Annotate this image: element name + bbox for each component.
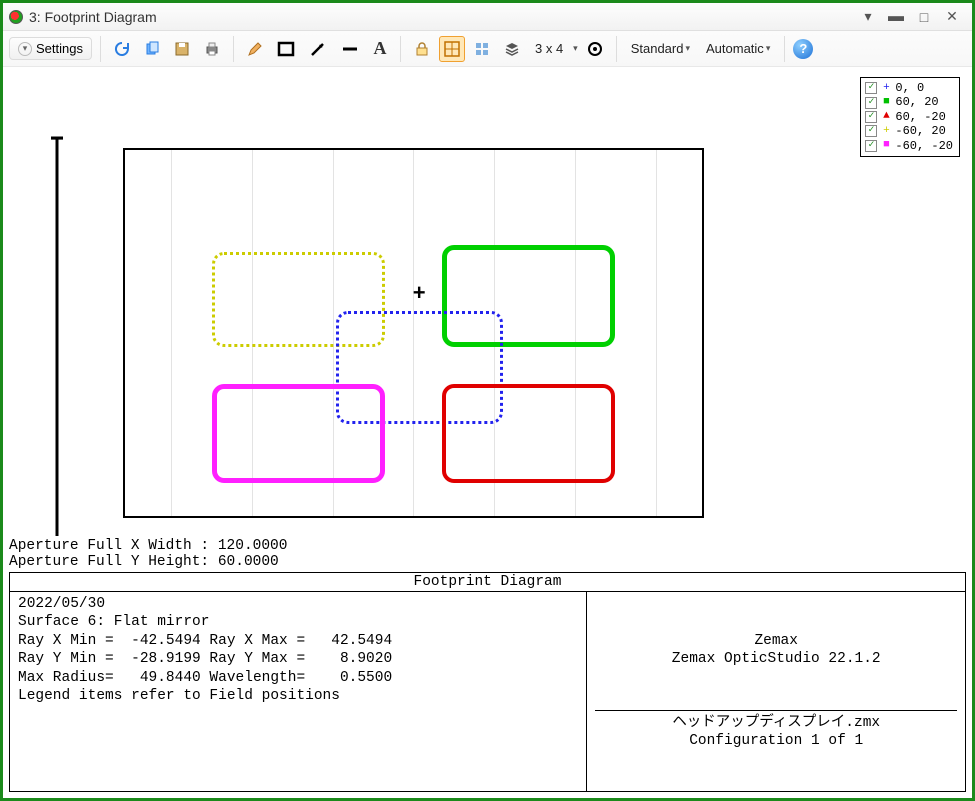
- marker-icon: ▲: [881, 110, 891, 123]
- footprint-field-5: [212, 384, 385, 483]
- separator: [400, 36, 401, 62]
- print-button[interactable]: [199, 36, 225, 62]
- copy-button[interactable]: [139, 36, 165, 62]
- footer-title: Footprint Diagram: [10, 573, 965, 592]
- lock-aspect-icon[interactable]: [409, 36, 435, 62]
- save-button[interactable]: [169, 36, 195, 62]
- plot-canvas: ✓+0, 0 ✓■60, 20 ✓▲60, -20 ✓+-60, 20 ✓■-6…: [3, 67, 972, 536]
- settings-button[interactable]: ▾ Settings: [9, 37, 92, 60]
- toolbar: ▾ Settings A 3 x 4 ▾ Standard▾ Automatic…: [3, 31, 972, 67]
- legend-item[interactable]: ✓+-60, 20: [865, 124, 953, 138]
- app-icon: [9, 10, 23, 24]
- active-window-icon[interactable]: [439, 36, 465, 62]
- chevron-down-icon: ▾: [18, 42, 32, 56]
- settings-label: Settings: [36, 41, 83, 56]
- checkbox-icon[interactable]: ✓: [865, 111, 877, 123]
- footer-right-bottom: ヘッドアップディスプレイ.zmx Configuration 1 of 1: [595, 710, 957, 751]
- rectangle-tool-icon[interactable]: [272, 36, 300, 62]
- auto-dropdown[interactable]: Automatic▾: [700, 39, 776, 58]
- separator: [784, 36, 785, 62]
- aperture-x-line: Aperture Full X Width : 120.0000: [9, 538, 966, 554]
- grid-size-label[interactable]: 3 x 4: [529, 39, 569, 58]
- marker-icon: ■: [881, 96, 891, 109]
- footprint-field-3: [442, 384, 615, 483]
- legend-item[interactable]: ✓+0, 0: [865, 81, 953, 95]
- separator: [100, 36, 101, 62]
- plot-area: Scale: 62.0000 Millimeters: [63, 142, 723, 536]
- marker-icon: ■: [881, 139, 891, 152]
- help-icon[interactable]: ?: [793, 39, 813, 59]
- plot-frame: +: [123, 148, 704, 518]
- aperture-y-line: Aperture Full Y Height: 60.0000: [9, 554, 966, 570]
- close-button[interactable]: ✕: [938, 7, 966, 27]
- checkbox-icon[interactable]: ✓: [865, 125, 877, 137]
- separator: [233, 36, 234, 62]
- marker-icon: +: [881, 125, 891, 138]
- text-tool-icon[interactable]: A: [368, 36, 392, 62]
- pencil-icon[interactable]: [242, 36, 268, 62]
- minimize-button[interactable]: ▾: [854, 7, 882, 27]
- footer-right-top: Zemax Zemax OpticStudio 22.1.2: [595, 632, 957, 669]
- maximize-button[interactable]: □: [910, 7, 938, 27]
- legend-item[interactable]: ✓■60, 20: [865, 95, 953, 109]
- center-cross-icon: +: [413, 280, 426, 306]
- app-window: 3: Footprint Diagram ▾ ▬ □ ✕ ▾ Settings …: [0, 0, 975, 801]
- marker-icon: +: [881, 82, 891, 95]
- footer-panel: Footprint Diagram 2022/05/30 Surface 6: …: [9, 572, 966, 792]
- window-title: 3: Footprint Diagram: [29, 9, 157, 25]
- caret-icon: ▾: [573, 43, 578, 54]
- checkbox-icon[interactable]: ✓: [865, 140, 877, 152]
- line-tool-icon[interactable]: [336, 36, 364, 62]
- layers-icon[interactable]: [499, 36, 525, 62]
- titlebar: 3: Footprint Diagram ▾ ▬ □ ✕: [3, 3, 972, 31]
- restore-button[interactable]: ▬: [882, 7, 910, 27]
- resolution-dropdown[interactable]: Standard▾: [625, 39, 696, 58]
- checkbox-icon[interactable]: ✓: [865, 97, 877, 109]
- footer-left: 2022/05/30 Surface 6: Flat mirror Ray X …: [10, 592, 587, 791]
- legend-item[interactable]: ✓■-60, -20: [865, 139, 953, 153]
- refresh-button[interactable]: [109, 36, 135, 62]
- aperture-info: Aperture Full X Width : 120.0000 Apertur…: [3, 536, 972, 570]
- legend: ✓+0, 0 ✓■60, 20 ✓▲60, -20 ✓+-60, 20 ✓■-6…: [860, 77, 960, 157]
- arrow-tool-icon[interactable]: [304, 36, 332, 62]
- separator: [616, 36, 617, 62]
- footer-right: Zemax Zemax OpticStudio 22.1.2 ヘッドアップディス…: [587, 592, 965, 791]
- config-grid-icon[interactable]: [469, 36, 495, 62]
- y-scale-bracket: [49, 136, 65, 536]
- checkbox-icon[interactable]: ✓: [865, 82, 877, 94]
- target-icon[interactable]: [582, 36, 608, 62]
- legend-item[interactable]: ✓▲60, -20: [865, 110, 953, 124]
